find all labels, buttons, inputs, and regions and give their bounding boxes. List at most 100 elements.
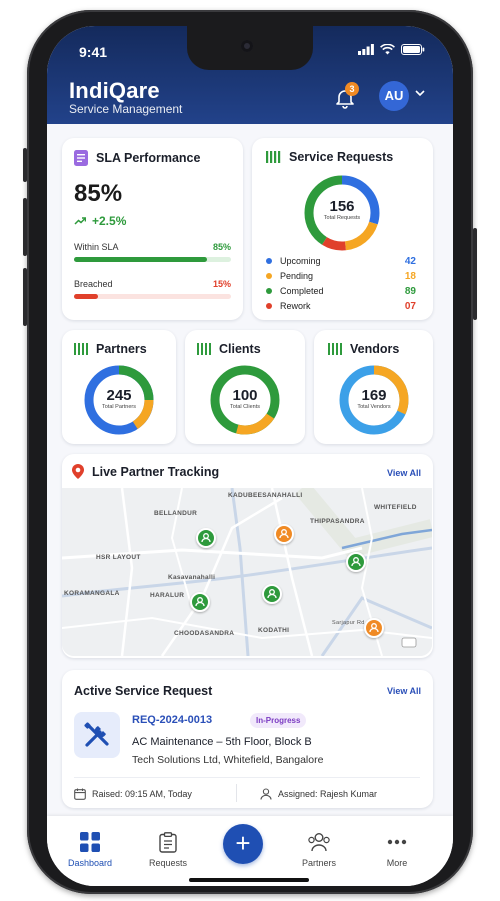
- status-time: 9:41: [79, 44, 108, 60]
- sla-value: 85%: [74, 180, 123, 207]
- legend-dot: [266, 273, 272, 279]
- partners-title: Partners: [96, 342, 147, 356]
- service-requests-title-row: Service Requests: [266, 150, 393, 164]
- sla-change-value: +2.5%: [92, 214, 127, 228]
- grid-icon: [80, 832, 100, 852]
- partner-pin-green[interactable]: [190, 592, 210, 612]
- clients-title: Clients: [219, 342, 261, 356]
- bottom-nav: Dashboard Requests + Partners More: [47, 816, 453, 886]
- notification-badge: 3: [345, 82, 359, 96]
- map-label: KORAMANGALA: [64, 590, 120, 597]
- map-label: HSR LAYOUT: [96, 554, 141, 561]
- partner-pin-orange[interactable]: [364, 618, 384, 638]
- partner-pin-orange[interactable]: [274, 524, 294, 544]
- tracking-title: Live Partner Tracking: [92, 464, 220, 479]
- map-label: Kasavanahalli: [168, 574, 216, 581]
- signal-icon: [358, 44, 374, 55]
- app-screen: 9:41 IndiQare Service Management 3 AU SL…: [47, 26, 453, 886]
- legend-label: Completed: [280, 286, 324, 296]
- nav-partners[interactable]: Partners: [289, 830, 349, 868]
- service-requests-center: 156 Total Requests: [303, 198, 381, 221]
- user-icon: [260, 788, 272, 800]
- vendors-title: Vendors: [350, 342, 400, 356]
- partners-total-label: Total Partners: [102, 404, 136, 410]
- legend-completed[interactable]: Completed 89: [266, 284, 416, 298]
- side-button: [23, 268, 27, 326]
- map-label: WHITEFIELD: [374, 504, 417, 511]
- active-request-card[interactable]: Active Service Request View All REQ-2024…: [62, 670, 433, 808]
- add-button[interactable]: +: [223, 824, 263, 864]
- camera-icon: [241, 40, 253, 52]
- nav-dashboard-label: Dashboard: [67, 858, 113, 868]
- legend-upcoming[interactable]: Upcoming 42: [266, 254, 416, 268]
- within-sla-bar: [74, 257, 231, 262]
- nav-more[interactable]: More: [367, 830, 427, 868]
- sla-performance-card[interactable]: SLA Performance 85% +2.5% Within SLA 85%…: [62, 138, 243, 320]
- clients-total: 100: [232, 387, 258, 404]
- partner-pin-green[interactable]: [346, 552, 366, 572]
- clients-title-row: Clients: [197, 342, 261, 356]
- app-subtitle: Service Management: [69, 102, 183, 116]
- status-icons: [358, 44, 425, 55]
- service-requests-card[interactable]: Service Requests 156 Total Requests Upco…: [252, 138, 433, 320]
- legend-pending[interactable]: Pending 18: [266, 269, 416, 283]
- map-label: KADUBEESANAHALLI: [228, 492, 303, 499]
- legend-label: Upcoming: [280, 256, 321, 266]
- vendors-card[interactable]: Vendors 169 Total Vendors: [314, 330, 433, 444]
- chevron-down-icon[interactable]: [415, 89, 425, 97]
- legend-rework[interactable]: Rework 07: [266, 299, 416, 313]
- assigned-text: Assigned: Rajesh Kumar: [278, 789, 378, 799]
- live-tracking-card: Live Partner Tracking View All KADUBEESA: [62, 454, 433, 658]
- app-brand: IndiQare: [69, 78, 160, 103]
- active-request-view-all-link[interactable]: View All: [387, 686, 421, 696]
- nav-requests[interactable]: Requests: [138, 830, 198, 868]
- tools-icon: [74, 712, 120, 758]
- map-label: CHOODASANDRA: [174, 630, 235, 637]
- tracking-map[interactable]: KADUBEESANAHALLI BELLANDUR THIPPASANDRA …: [62, 488, 432, 656]
- wifi-icon: [380, 44, 395, 55]
- document-icon: [74, 150, 88, 166]
- divider: [236, 784, 237, 802]
- legend-value: 07: [404, 300, 416, 312]
- avatar[interactable]: AU: [379, 81, 409, 111]
- breached-label: Breached: [74, 279, 113, 289]
- tracking-view-all-link[interactable]: View All: [387, 468, 421, 478]
- partner-pin-green[interactable]: [262, 584, 282, 604]
- side-button: [473, 228, 477, 320]
- request-company: Tech Solutions Ltd, Whitefield, Bangalor…: [132, 754, 324, 766]
- side-button: [23, 148, 27, 182]
- legend-label: Pending: [280, 271, 314, 281]
- map-label: THIPPASANDRA: [310, 518, 365, 525]
- vendors-total-label: Total Vendors: [357, 404, 391, 410]
- map-label: KODATHI: [258, 627, 290, 634]
- service-requests-title: Service Requests: [289, 150, 394, 164]
- nav-requests-label: Requests: [148, 858, 188, 868]
- sla-title: SLA Performance: [96, 151, 201, 165]
- nav-dashboard[interactable]: Dashboard: [60, 830, 120, 868]
- partners-card[interactable]: Partners 245 Total Partners: [62, 330, 176, 444]
- clients-card[interactable]: Clients 100 Total Clients: [185, 330, 305, 444]
- app-header: 9:41 IndiQare Service Management 3 AU: [47, 26, 453, 124]
- tracking-title-row: Live Partner Tracking: [72, 464, 219, 479]
- bar-chart-icon: [328, 343, 342, 355]
- legend-value: 89: [404, 285, 416, 297]
- partner-pin-green[interactable]: [196, 528, 216, 548]
- service-requests-total-label: Total Requests: [323, 215, 361, 221]
- bar-chart-icon: [266, 151, 281, 163]
- side-button: [23, 198, 27, 256]
- calendar-icon: [74, 788, 86, 800]
- status-badge: In-Progress: [250, 713, 307, 728]
- request-id[interactable]: REQ-2024-0013: [132, 714, 212, 726]
- within-sla-label: Within SLA: [74, 242, 119, 252]
- breached-bar-fill: [74, 294, 98, 299]
- map-label: HARALUR: [150, 592, 185, 599]
- legend-dot: [266, 258, 272, 264]
- legend-value: 42: [404, 255, 416, 267]
- breached-value: 15%: [212, 279, 231, 289]
- bar-chart-icon: [197, 343, 211, 355]
- legend-dot: [266, 288, 272, 294]
- assigned-meta: Assigned: Rajesh Kumar: [260, 788, 377, 800]
- more-icon: [387, 839, 407, 845]
- vendors-total: 169: [361, 387, 387, 404]
- partners-center: 245 Total Partners: [83, 387, 155, 410]
